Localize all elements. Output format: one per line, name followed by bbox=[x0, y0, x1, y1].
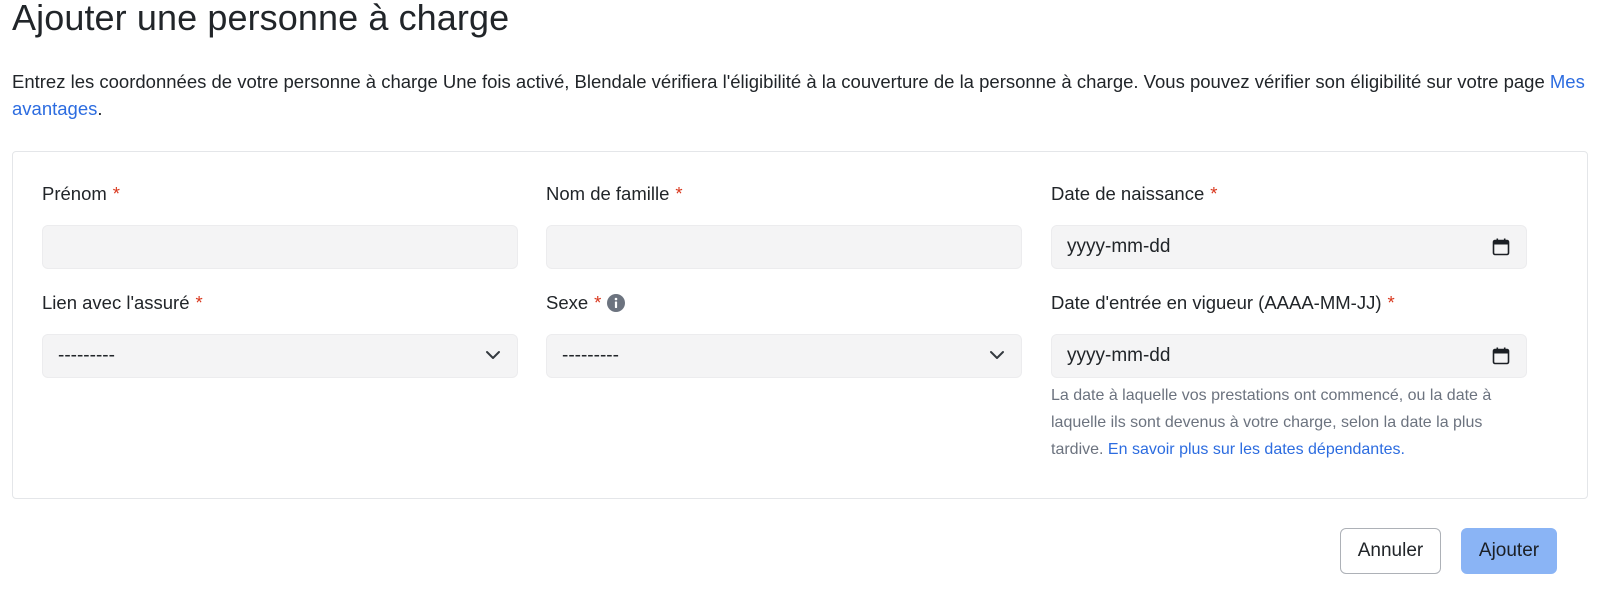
birth-date-label: Date de naissance bbox=[1051, 183, 1205, 204]
add-button[interactable]: Ajouter bbox=[1461, 528, 1557, 574]
effective-date-value: yyyy-mm-dd bbox=[1067, 345, 1171, 366]
intro-text: Entrez les coordonnées de votre personne… bbox=[12, 71, 1550, 92]
required-marker: * bbox=[1210, 183, 1218, 204]
last-name-field: Nom de famille * bbox=[546, 182, 1022, 269]
add-dependent-page: Ajouter une personne à charge Entrez les… bbox=[0, 0, 1600, 593]
first-name-input[interactable] bbox=[42, 225, 518, 269]
birth-date-value: yyyy-mm-dd bbox=[1067, 236, 1171, 257]
relationship-label: Lien avec l'assuré bbox=[42, 292, 190, 313]
dependent-form-card: Prénom * Nom de famille * Date de naissa… bbox=[12, 151, 1588, 499]
calendar-icon[interactable] bbox=[1492, 238, 1510, 256]
effective-date-input[interactable]: yyyy-mm-dd bbox=[1051, 334, 1527, 378]
first-name-label: Prénom bbox=[42, 183, 107, 204]
dependent-dates-link[interactable]: En savoir plus sur les dates dépendantes… bbox=[1108, 441, 1405, 458]
effective-date-help: La date à laquelle vos prestations ont c… bbox=[1051, 382, 1527, 463]
chevron-down-icon bbox=[486, 351, 500, 359]
required-marker: * bbox=[594, 292, 602, 313]
first-name-field: Prénom * bbox=[42, 182, 518, 269]
effective-date-label: Date d'entrée en vigueur (AAAA-MM-JJ) bbox=[1051, 292, 1382, 313]
sex-field: Sexe * --------- bbox=[546, 291, 1022, 378]
chevron-down-icon bbox=[990, 351, 1004, 359]
info-icon[interactable] bbox=[607, 294, 626, 312]
last-name-label: Nom de famille bbox=[546, 183, 670, 204]
page-title: Ajouter une personne à charge bbox=[12, 0, 510, 38]
sex-select[interactable]: --------- bbox=[546, 334, 1022, 378]
calendar-icon[interactable] bbox=[1492, 347, 1510, 365]
required-marker: * bbox=[675, 183, 683, 204]
required-marker: * bbox=[112, 183, 120, 204]
last-name-input[interactable] bbox=[546, 225, 1022, 269]
relationship-select[interactable]: --------- bbox=[42, 334, 518, 378]
birth-date-field: Date de naissance * yyyy-mm-dd bbox=[1051, 182, 1527, 269]
effective-date-field: Date d'entrée en vigueur (AAAA-MM-JJ) * … bbox=[1051, 291, 1527, 463]
cancel-button[interactable]: Annuler bbox=[1340, 528, 1441, 574]
birth-date-input[interactable]: yyyy-mm-dd bbox=[1051, 225, 1527, 269]
required-marker: * bbox=[195, 292, 203, 313]
intro-suffix: . bbox=[97, 98, 103, 119]
required-marker: * bbox=[1387, 292, 1395, 313]
intro-paragraph: Entrez les coordonnées de votre personne… bbox=[12, 68, 1592, 122]
sex-selected: --------- bbox=[562, 345, 619, 366]
relationship-field: Lien avec l'assuré * --------- bbox=[42, 291, 518, 378]
relationship-selected: --------- bbox=[58, 345, 115, 366]
sex-label: Sexe bbox=[546, 292, 589, 313]
